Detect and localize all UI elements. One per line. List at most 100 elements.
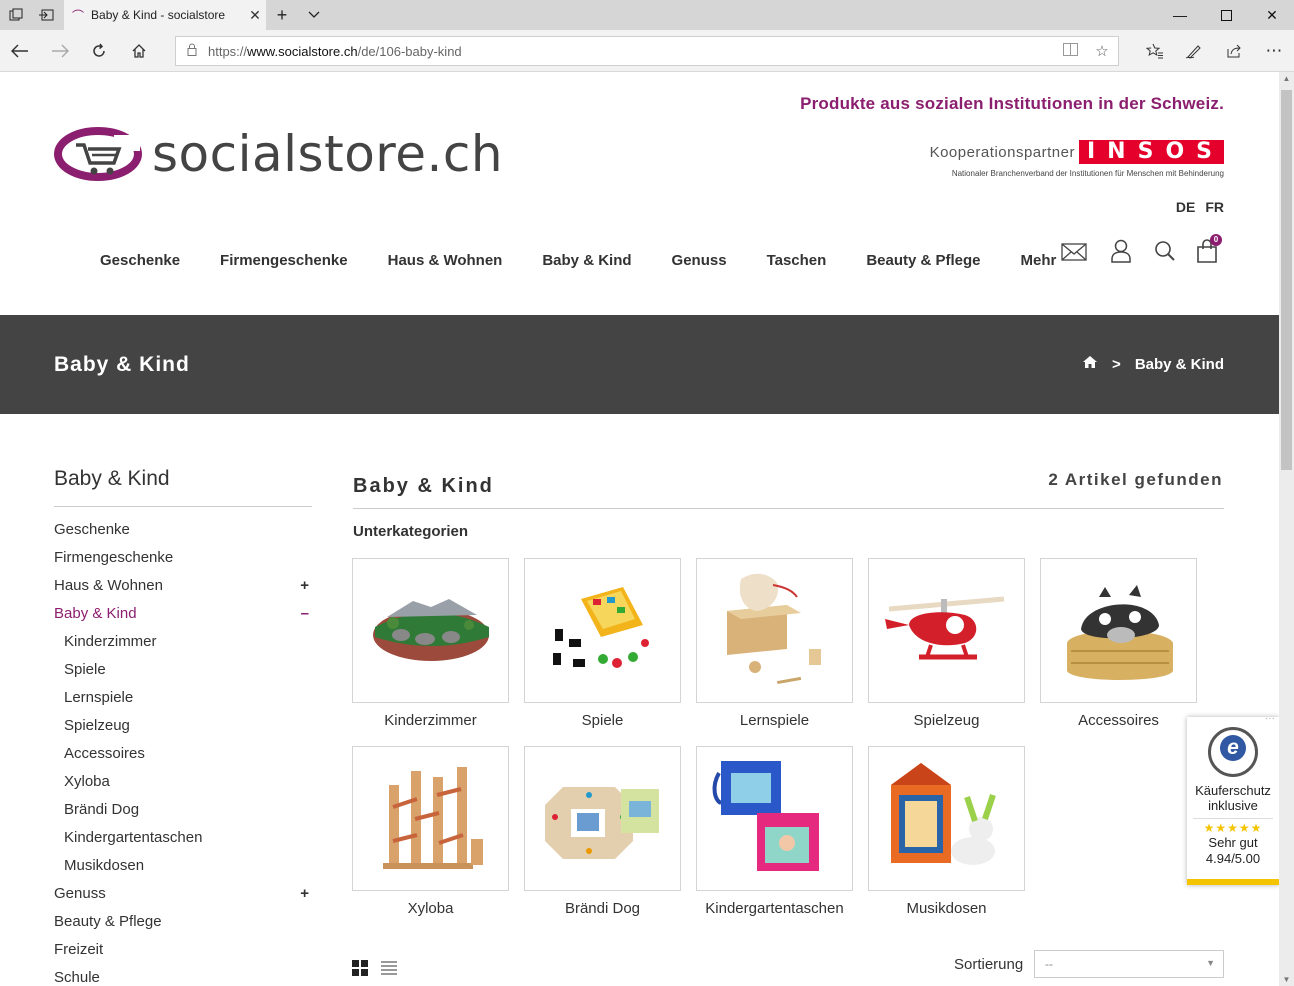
subcategory-image[interactable] xyxy=(352,558,509,703)
subcategory-tile-xyloba[interactable]: Xyloba xyxy=(352,746,509,917)
sidebar-subitem-musikdosen[interactable]: Musikdosen xyxy=(54,856,312,884)
nav-item-geschenke[interactable]: Geschenke xyxy=(100,252,180,269)
search-icon[interactable] xyxy=(1154,240,1180,266)
lang-de-link[interactable]: DE xyxy=(1176,199,1195,215)
sidebar-item-genuss[interactable]: Genuss + xyxy=(54,884,312,912)
subcategory-tile-braendi-dog[interactable]: Brändi Dog xyxy=(524,746,681,917)
maximize-icon[interactable] xyxy=(1203,0,1249,30)
sidebar-subitem-spielzeug[interactable]: Spielzeug xyxy=(54,716,312,744)
subcategory-label[interactable]: Xyloba xyxy=(352,900,509,917)
subcategory-image[interactable] xyxy=(524,746,681,891)
content-divider xyxy=(353,508,1224,509)
subcategory-tile-accessoires[interactable]: Accessoires xyxy=(1040,558,1197,729)
sidebar-item-geschenke[interactable]: Geschenke xyxy=(54,520,312,548)
cart-count-badge: 0 xyxy=(1210,234,1222,246)
sidebar-item-firmengeschenke[interactable]: Firmengeschenke xyxy=(54,548,312,576)
dropdown-caret-icon: ▼ xyxy=(1206,958,1215,968)
subcategory-image[interactable] xyxy=(352,746,509,891)
sidebar-subitem-braendi-dog[interactable]: Brändi Dog xyxy=(54,800,312,828)
subcategory-image[interactable] xyxy=(868,558,1025,703)
share-icon[interactable] xyxy=(1222,39,1246,63)
subcategory-tile-kinderzimmer[interactable]: Kinderzimmer xyxy=(352,558,509,729)
language-switcher: DE FR xyxy=(1176,199,1224,215)
scrollbar-thumb[interactable] xyxy=(1281,90,1292,470)
sidebar-subitem-spiele[interactable]: Spiele xyxy=(54,660,312,688)
grid-view-icon[interactable] xyxy=(352,960,368,976)
reading-view-icon[interactable] xyxy=(1054,42,1086,60)
scroll-down-icon[interactable]: ▼ xyxy=(1279,975,1294,984)
subcategory-tile-musikdosen[interactable]: Musikdosen xyxy=(868,746,1025,917)
subcategory-label[interactable]: Lernspiele xyxy=(696,712,853,729)
more-menu-icon[interactable]: ⋯ xyxy=(1262,39,1286,63)
account-icon[interactable] xyxy=(1110,238,1136,264)
favorite-star-icon[interactable]: ☆ xyxy=(1086,42,1118,60)
list-view-icon[interactable] xyxy=(381,960,397,976)
subcategory-tile-lernspiele[interactable]: Lernspiele xyxy=(696,558,853,729)
sidebar-item-freizeit[interactable]: Freizeit xyxy=(54,940,312,968)
back-icon[interactable] xyxy=(8,39,32,63)
breadcrumb: > Baby & Kind xyxy=(1082,355,1224,373)
sidebar-item-schule[interactable]: Schule xyxy=(54,968,312,986)
collapse-toggle[interactable]: – xyxy=(301,604,309,624)
favorites-hub-icon[interactable] xyxy=(1143,39,1167,63)
subcategory-image[interactable] xyxy=(524,558,681,703)
subcategory-tile-spielzeug[interactable]: Spielzeug xyxy=(868,558,1025,729)
sidebar-subitem-accessoires[interactable]: Accessoires xyxy=(54,744,312,772)
breadcrumb-home-icon[interactable] xyxy=(1082,355,1098,373)
sidebar-subitem-lernspiele[interactable]: Lernspiele xyxy=(54,688,312,716)
sidebar-item-beauty-pflege[interactable]: Beauty & Pflege xyxy=(54,912,312,940)
subcategory-label[interactable]: Accessoires xyxy=(1040,712,1197,729)
subcategory-image[interactable] xyxy=(696,558,853,703)
subcategory-label[interactable]: Kinderzimmer xyxy=(352,712,509,729)
insos-logo: INSOS xyxy=(1079,140,1224,164)
refresh-icon[interactable] xyxy=(87,39,111,63)
subcategory-image[interactable] xyxy=(1040,558,1197,703)
nav-item-genuss[interactable]: Genuss xyxy=(672,252,727,269)
subcategory-label[interactable]: Spiele xyxy=(524,712,681,729)
subcategory-label[interactable]: Musikdosen xyxy=(868,900,1025,917)
sidebar-subitem-kinderzimmer[interactable]: Kinderzimmer xyxy=(54,632,312,660)
sidebar-item-baby-kind[interactable]: Baby & Kind – xyxy=(54,604,312,632)
expand-toggle[interactable]: + xyxy=(300,576,309,596)
sidebar-item-haus-wohnen[interactable]: Haus & Wohnen + xyxy=(54,576,312,604)
partner-block[interactable]: Kooperationspartner INSOS Nationaler Bra… xyxy=(930,140,1224,178)
nav-item-mehr[interactable]: Mehr xyxy=(1021,252,1057,269)
sidebar-subitem-xyloba[interactable]: Xyloba xyxy=(54,772,312,800)
set-aside-tabs-icon[interactable] xyxy=(36,5,56,25)
home-icon[interactable] xyxy=(127,39,151,63)
scroll-up-icon[interactable]: ▲ xyxy=(1279,74,1294,83)
site-logo[interactable]: socialstore.ch xyxy=(54,125,503,183)
new-tab-icon[interactable]: + xyxy=(272,5,292,25)
subcategory-label[interactable]: Spielzeug xyxy=(868,712,1025,729)
nav-item-haus-wohnen[interactable]: Haus & Wohnen xyxy=(388,252,503,269)
trusted-shops-badge[interactable]: ··· e Käuferschutz inklusive ★★★★★ Sehr g… xyxy=(1187,713,1279,885)
tab-close-icon[interactable]: ✕ xyxy=(244,7,266,24)
trusted-shops-seal-icon: e xyxy=(1208,727,1258,777)
subcategory-label[interactable]: Kindergartentaschen xyxy=(696,900,853,917)
nav-item-taschen[interactable]: Taschen xyxy=(767,252,827,269)
subcategory-tile-spiele[interactable]: Spiele xyxy=(524,558,681,729)
window-close-icon[interactable]: ✕ xyxy=(1249,0,1294,30)
nav-item-beauty-pflege[interactable]: Beauty & Pflege xyxy=(866,252,980,269)
subcategory-label[interactable]: Brändi Dog xyxy=(524,900,681,917)
nav-item-baby-kind[interactable]: Baby & Kind xyxy=(542,252,631,269)
subcategory-tile-kindergartentaschen[interactable]: Kindergartentaschen xyxy=(696,746,853,917)
expand-toggle[interactable]: + xyxy=(300,884,309,904)
minimize-icon[interactable]: — xyxy=(1157,0,1203,30)
forward-icon[interactable] xyxy=(48,39,72,63)
lang-fr-link[interactable]: FR xyxy=(1205,199,1224,215)
sidebar-subitem-kindergartentaschen[interactable]: Kindergartentaschen xyxy=(54,828,312,856)
tab-actions-icon[interactable] xyxy=(6,5,26,25)
subcategory-image[interactable] xyxy=(696,746,853,891)
tab-list-chevron-icon[interactable] xyxy=(304,5,324,25)
cart-icon[interactable]: 0 xyxy=(1196,234,1222,264)
badge-options-icon[interactable]: ··· xyxy=(1265,713,1275,724)
pen-notes-icon[interactable] xyxy=(1182,39,1206,63)
sort-select[interactable]: -- ▼ xyxy=(1034,950,1224,978)
browser-tab-active[interactable]: ⌒ Baby & Kind - socialstore ✕ xyxy=(64,0,266,30)
mail-icon[interactable] xyxy=(1061,242,1087,268)
nav-item-firmengeschenke[interactable]: Firmengeschenke xyxy=(220,252,348,269)
subcategory-image[interactable] xyxy=(868,746,1025,891)
vertical-scrollbar[interactable]: ▲ ▼ xyxy=(1279,72,1294,986)
address-bar[interactable]: https://www.socialstore.ch/de/106-baby-k… xyxy=(175,36,1119,66)
